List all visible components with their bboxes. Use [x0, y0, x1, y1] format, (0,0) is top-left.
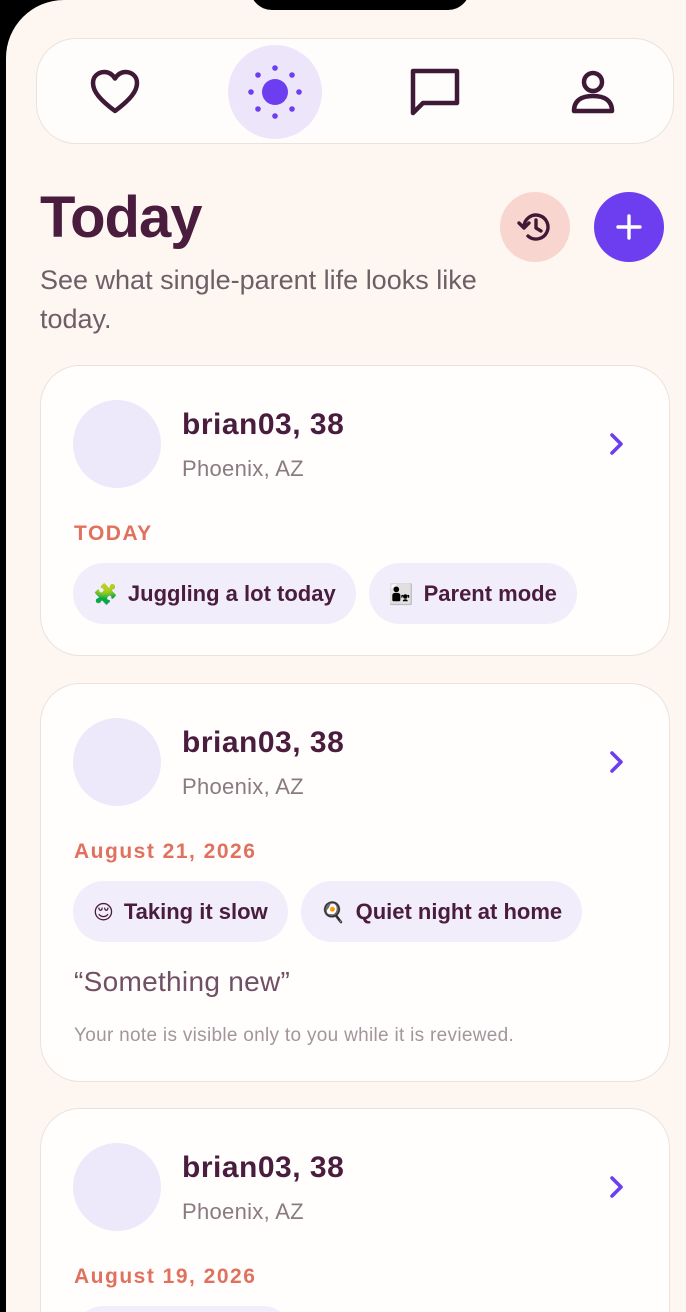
mood-chips: 🧩 Juggling a lot today 👨‍👧 Parent mode: [73, 563, 577, 624]
avatar: [73, 718, 161, 806]
mood-chip-label: Juggling a lot today: [127, 580, 336, 606]
entry-date: August 19, 2026: [74, 1265, 257, 1288]
device-notch: [250, 0, 470, 10]
chevron-right-icon[interactable]: [609, 432, 625, 456]
note-text: “Something new”: [74, 966, 291, 997]
mood-chip-label: Quiet night at home: [355, 898, 563, 924]
profile-location: Phoenix, AZ: [182, 1199, 304, 1224]
page-subtitle: See what single-parent life looks like t…: [40, 265, 477, 334]
mood-chips: 😌 Taking it slow 🍳 Quiet night at home: [73, 881, 583, 942]
plus-icon: [616, 214, 642, 240]
page-title: Today: [40, 185, 202, 250]
heart-icon: [90, 69, 140, 114]
history-icon: [517, 213, 550, 241]
mood-chips: [73, 1306, 293, 1312]
avatar: [73, 400, 161, 488]
relieved-face-icon: 😌: [93, 899, 114, 924]
entry-date: TODAY: [74, 522, 153, 545]
profile-card[interactable]: brian03, 38 Phoenix, AZ August 19, 2026: [40, 1108, 670, 1312]
nav-messages-button[interactable]: [388, 45, 482, 139]
mood-chip: 👨‍👧 Parent mode: [368, 563, 577, 624]
profile-icon: [571, 70, 615, 114]
frying-pan-icon: 🍳: [320, 899, 346, 924]
profile-name: brian03, 38: [182, 726, 345, 759]
profile-location: Phoenix, AZ: [182, 456, 304, 481]
note-review-notice: Your note is visible only to you while i…: [74, 1025, 515, 1046]
mood-chip-label: Taking it slow: [123, 898, 268, 924]
chevron-right-icon[interactable]: [609, 1175, 625, 1199]
top-nav: [36, 38, 674, 144]
mood-chip: 🍳 Quiet night at home: [300, 881, 583, 942]
profile-card[interactable]: brian03, 38 Phoenix, AZ TODAY 🧩 Juggling…: [40, 365, 670, 656]
mood-chip: [73, 1306, 293, 1312]
mood-chip-label: Parent mode: [423, 580, 557, 606]
mood-chip: 🧩 Juggling a lot today: [73, 563, 356, 624]
chat-icon: [410, 68, 460, 116]
app-screen: Today See what single-parent life looks …: [6, 0, 686, 1312]
profile-name: brian03, 38: [182, 1151, 345, 1184]
entry-date: August 21, 2026: [74, 840, 257, 863]
puzzle-icon: 🧩: [93, 581, 118, 606]
profile-location: Phoenix, AZ: [182, 774, 304, 799]
sun-icon: [248, 65, 302, 119]
nav-profile-button[interactable]: [546, 45, 640, 139]
nav-heart-button[interactable]: [68, 45, 162, 139]
profile-card[interactable]: brian03, 38 Phoenix, AZ August 21, 2026 …: [40, 683, 670, 1082]
profile-name: brian03, 38: [182, 408, 345, 441]
add-button[interactable]: [594, 192, 664, 262]
history-button[interactable]: [500, 192, 570, 262]
nav-today-button[interactable]: [228, 45, 322, 139]
mood-chip: 😌 Taking it slow: [73, 881, 288, 942]
parent-child-icon: 👨‍👧: [388, 581, 414, 606]
chevron-right-icon[interactable]: [609, 750, 625, 774]
avatar: [73, 1143, 161, 1231]
